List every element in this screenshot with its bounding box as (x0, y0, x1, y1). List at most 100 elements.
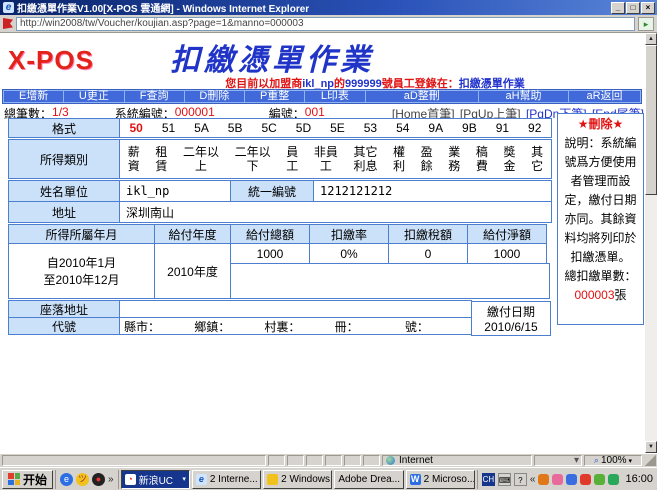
taskbar-clock[interactable]: 16:00 (625, 473, 653, 485)
tray-collapse-icon[interactable]: « (530, 474, 536, 485)
purge-button[interactable]: aD整刪 (365, 91, 479, 102)
format-option-92[interactable]: 92 (528, 121, 541, 135)
location-input[interactable] (119, 300, 472, 318)
format-option-50[interactable]: 50 (129, 121, 142, 135)
help-button[interactable]: aH幫助 (479, 91, 568, 102)
format-option-54[interactable]: 54 (396, 121, 409, 135)
tray-icon-6[interactable] (608, 473, 620, 485)
print-button[interactable]: L印表 (305, 91, 365, 102)
web-page: X-POS 扣繳憑單作業 您目前以加盟商ikl_np的999999號員工登錄在：… (0, 33, 645, 453)
format-option-5d[interactable]: 5D (296, 121, 311, 135)
category-manuscript: 稿費 (475, 145, 488, 173)
table-body-row: 自2010年1月 至2010年12月 2010年度 1000 0% 0 1000 (8, 243, 552, 299)
total-input[interactable]: 1000 (230, 243, 310, 264)
format-option-9b[interactable]: 9B (462, 121, 477, 135)
format-option-91[interactable]: 91 (496, 121, 509, 135)
internet-globe-icon (386, 456, 395, 465)
sina-uc-icon: ◔ (124, 473, 136, 485)
category-label: 所得類別 (8, 139, 120, 179)
category-other: 其它 (531, 145, 544, 173)
protected-mode-segment[interactable]: ▾ (534, 455, 582, 466)
voucher-count: 000003張 (560, 286, 641, 305)
zoom-segment[interactable]: ⌕ 100% ▾ (584, 455, 642, 466)
voucher-count-value: 000003 (574, 288, 615, 302)
code-number-field[interactable]: 號： (401, 318, 471, 334)
tray-icon-4[interactable] (580, 473, 592, 485)
code-village-field[interactable]: 村裏： (260, 318, 330, 334)
vertical-scrollbar[interactable]: ▲ ▼ (645, 33, 657, 453)
record-bar: 總筆數： 1/3 系統編號： 000001 編號： 001 [Home首筆] [… (4, 105, 644, 121)
pay-year-value[interactable]: 2010年度 (154, 243, 231, 299)
task-adobe-dreamweaver[interactable]: Adobe Drea... (334, 469, 404, 489)
code-county-field[interactable]: 縣市： (120, 318, 190, 334)
tray-icon-5[interactable] (594, 473, 606, 485)
close-button[interactable]: × (641, 1, 655, 14)
resize-grip[interactable] (644, 455, 656, 466)
location-label: 座落地址 (8, 300, 120, 318)
minimize-button[interactable]: _ (611, 1, 625, 14)
task-windows-explorer[interactable]: 2 Windows... ▾ (263, 469, 333, 489)
category-nonemployee: 非員工 (313, 145, 338, 173)
query-button[interactable]: F查詢 (124, 91, 184, 102)
format-row: 格式 50 51 5A 5B 5C 5D 5E 53 54 9A 9B 91 9… (8, 118, 552, 138)
task-internet-explorer[interactable]: e 2 Interne... ▾ (191, 469, 262, 489)
recno-label: 編號： (268, 107, 305, 121)
quick-launch: e ツ ● » (55, 469, 119, 489)
code-label: 代號 (8, 317, 120, 335)
code-fields: 縣市： 鄉鎮： 村裏： 冊： 號： (119, 317, 472, 335)
ime-help-icon[interactable]: ? (513, 472, 527, 486)
format-option-5b[interactable]: 5B (228, 121, 243, 135)
code-book-field[interactable]: 冊： (331, 318, 401, 334)
scroll-up-icon[interactable]: ▲ (645, 33, 657, 45)
format-option-51[interactable]: 51 (162, 121, 175, 135)
name-row: 姓名單位 ikl_np 統一編號 1212121212 (8, 180, 552, 202)
go-button-icon[interactable]: ▸ (638, 16, 654, 31)
tax-input[interactable]: 0 (388, 243, 468, 264)
delete-badge: ★刪除★ (577, 117, 624, 131)
code-township-field[interactable]: 鄉鎮： (190, 318, 260, 334)
task-label: 2 Interne... (209, 473, 258, 485)
name-label: 姓名單位 (8, 180, 120, 202)
period-value[interactable]: 自2010年1月 至2010年12月 (8, 243, 155, 299)
return-button[interactable]: aR返回 (568, 91, 641, 102)
task-microsoft-word[interactable]: W 2 Microso... ▾ (405, 469, 475, 489)
recno-value: 001 (304, 105, 325, 119)
refresh-button[interactable]: P重整 (245, 91, 305, 102)
address-input[interactable]: http://win2008/tw/Voucher/koujian.asp?pa… (16, 16, 635, 31)
format-option-53[interactable]: 53 (364, 121, 377, 135)
paydate-value[interactable]: 2010/6/15 (484, 320, 537, 334)
quicklaunch-overflow-icon[interactable]: » (108, 474, 114, 485)
add-button[interactable]: E增新 (4, 91, 64, 102)
format-option-5a[interactable]: 5A (194, 121, 209, 135)
address-input[interactable]: 深圳南山 (119, 201, 552, 223)
net-input[interactable]: 1000 (467, 243, 547, 264)
ime-language-icon[interactable]: CH (481, 472, 495, 486)
task-label: 2 Windows... (281, 473, 331, 485)
scroll-thumb[interactable] (645, 45, 657, 195)
quicklaunch-qq-icon[interactable]: ● (92, 472, 106, 486)
start-button[interactable]: 开始 (2, 469, 54, 489)
maximize-button[interactable]: □ (626, 1, 640, 14)
category-bonus: 獎金 (503, 145, 516, 173)
tray-icon-2[interactable] (552, 473, 564, 485)
category-row: 所得類別 薪資 租賃 二年以上 二年以下 員工 非員工 其它 利息 權利 盈餘 業… (8, 139, 552, 179)
format-option-9a[interactable]: 9A (428, 121, 443, 135)
rate-input[interactable]: 0% (309, 243, 389, 264)
delete-button[interactable]: D刪除 (184, 91, 244, 102)
format-option-5c[interactable]: 5C (261, 121, 276, 135)
scroll-down-icon[interactable]: ▼ (645, 441, 657, 453)
tray-icon-1[interactable] (538, 473, 550, 485)
tray-icon-3[interactable] (566, 473, 578, 485)
sysno-label: 系統編號： (114, 107, 175, 121)
name-input[interactable]: ikl_np (119, 180, 231, 202)
uid-input[interactable]: 1212121212 (313, 180, 552, 202)
update-button[interactable]: U更正 (64, 91, 124, 102)
keyboard-icon[interactable]: ⌨ (497, 472, 511, 486)
quicklaunch-msn-icon[interactable]: e (60, 472, 74, 486)
task-sina-uc[interactable]: ◔ 新浪UC ▾ (120, 469, 190, 489)
paydate-label: 繳付日期 (486, 305, 535, 319)
format-option-5e[interactable]: 5E (330, 121, 345, 135)
quicklaunch-smiley-icon[interactable]: ツ (76, 472, 90, 486)
total-records-value: 1/3 (52, 105, 69, 119)
category-employee: 員工 (286, 145, 299, 173)
